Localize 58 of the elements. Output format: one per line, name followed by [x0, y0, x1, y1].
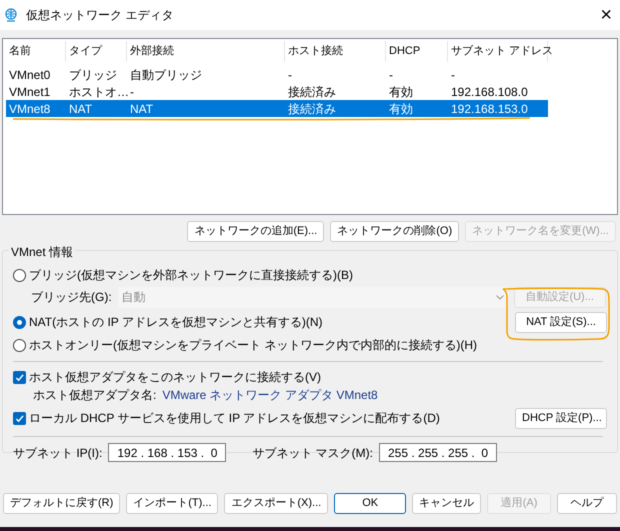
table-cell-text: NAT [129, 100, 154, 118]
table-row[interactable]: VMnet0 ブリッジ 自動ブリッジ - - - [6, 66, 548, 83]
table-cell-text: - [450, 66, 456, 84]
globe-icon [4, 8, 18, 22]
table-cell-text: 有効 [388, 100, 414, 118]
column-header[interactable]: ホスト接続 [285, 41, 386, 62]
field-label: ブリッジ先(G): [31, 289, 112, 306]
checkbox-label: ホスト仮想アダプタをこのネットワークに接続する(V) [29, 369, 321, 386]
table-cell-text: - [129, 84, 135, 100]
radio-button[interactable] [13, 338, 26, 352]
column-header[interactable]: DHCP [386, 41, 448, 62]
table-cell-text: 有効 [388, 84, 414, 100]
table-row[interactable]: VMnet1 ホストオ…- 接続済み 有効 192.168.108.0 [6, 83, 548, 100]
radio-label: ホストオンリー(仮想マシンをプライベート ネットワーク内で内部的に接続する)(H) [29, 337, 477, 354]
field-label: サブネット マスク(M): [252, 444, 373, 462]
column-header[interactable]: 名前 [6, 41, 66, 62]
radio-button[interactable] [13, 268, 26, 282]
subnet-ip-field[interactable]: 192 . 168 . 153 . 0 [108, 443, 226, 462]
dropdown-icon [496, 294, 504, 300]
checkbox[interactable] [13, 370, 26, 384]
table-cell-text: - [287, 66, 293, 84]
column-header[interactable]: 外部接続 [127, 41, 285, 62]
network-button[interactable]: ネットワークの追加(E)... [187, 221, 324, 242]
radio-label: ブリッジ(仮想マシンを外部ネットワークに直接接続する)(B) [29, 267, 353, 284]
dialog-button[interactable]: OK [334, 493, 406, 514]
close-button[interactable]: × [596, 5, 616, 25]
table-row[interactable]: VMnet8 NAT NAT 接続済み 有効 192.168.153.0 [6, 100, 548, 117]
nat-settings-button[interactable]: NAT 設定(S)... [515, 312, 607, 332]
dialog-button[interactable]: エクスポート(X)... [224, 493, 328, 514]
table-cell-text: VMnet0 [8, 66, 52, 84]
table-cell-text: 接続済み [287, 84, 337, 100]
table-cell-text: 自動ブリッジ [129, 66, 203, 84]
field-label: サブネット IP(I): [13, 444, 102, 462]
dialog-button[interactable]: キャンセル [412, 493, 482, 514]
table-cell-text: VMnet1 [8, 84, 52, 100]
group-title: VMnet 情報 [9, 243, 76, 261]
radio-label: NAT(ホストの IP アドレスを仮想マシンと共有する)(N) [29, 314, 323, 331]
column-header[interactable]: タイプ [66, 41, 127, 62]
dialog-button[interactable]: ヘルプ [556, 493, 617, 514]
table-cell-text: 接続済み [287, 100, 337, 118]
field-label: ホスト仮想アダプタ名: [33, 387, 156, 404]
table-cell-text: - [388, 66, 394, 84]
adapter-name: VMware ネットワーク アダプタ VMnet8 [162, 387, 378, 404]
checkbox-label: ローカル DHCP サービスを使用して IP アドレスを仮想マシンに配布する(D) [29, 410, 440, 427]
subnet-mask-field[interactable]: 255 . 255 . 255 . 0 [379, 443, 497, 462]
table-cell-text: NAT [68, 100, 94, 118]
table-cell-text: VMnet8 [8, 100, 52, 118]
radio-button[interactable] [13, 316, 26, 328]
table-cell-text: ブリッジ [68, 66, 118, 84]
dialog-button[interactable]: デフォルトに戻す(R) [3, 493, 120, 514]
checkbox[interactable] [13, 412, 26, 424]
table-cell-text: 192.168.153.0 [450, 100, 529, 118]
dialog-button[interactable]: インポート(T)... [126, 493, 218, 514]
table-cell-text: ホストオ… [68, 84, 127, 100]
window-title: 仮想ネットワーク エディタ [26, 7, 174, 24]
dhcp-settings-button[interactable]: DHCP 設定(P)... [515, 408, 607, 428]
network-button[interactable]: ネットワークの削除(O) [330, 221, 460, 242]
table-cell-text: 192.168.108.0 [450, 84, 529, 100]
